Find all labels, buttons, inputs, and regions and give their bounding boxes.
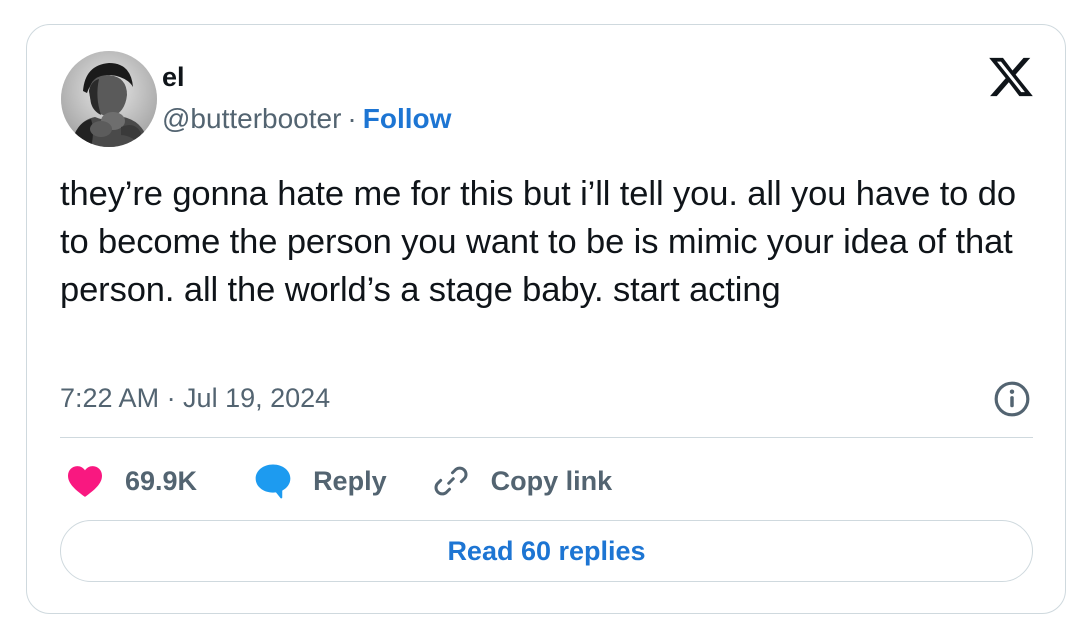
link-icon xyxy=(431,461,471,501)
author-handle[interactable]: @butterbooter xyxy=(162,103,341,134)
like-button[interactable]: 69.9K xyxy=(65,461,197,501)
read-replies-label: Read 60 replies xyxy=(447,535,646,566)
follow-button[interactable]: Follow xyxy=(363,103,452,134)
x-logo-svg xyxy=(989,57,1033,97)
heart-icon xyxy=(65,461,105,501)
separator-dot: · xyxy=(347,103,357,134)
tweet-text: they’re gonna hate me for this but i’ll … xyxy=(60,175,1016,309)
avatar[interactable] xyxy=(61,51,157,147)
tweet-timestamp[interactable]: 7:22 AM · Jul 19, 2024 xyxy=(60,381,330,415)
author-name[interactable]: el xyxy=(162,61,185,93)
reply-button[interactable]: Reply xyxy=(253,461,387,501)
x-logo-icon[interactable] xyxy=(989,57,1033,97)
like-count: 69.9K xyxy=(125,465,198,496)
copy-link-label: Copy link xyxy=(490,465,613,496)
info-icon[interactable] xyxy=(993,380,1031,418)
divider xyxy=(60,437,1033,438)
avatar-photo xyxy=(61,51,157,147)
tweet-embed-card: el @butterbooter · Follow they’re gonna ha… xyxy=(26,24,1066,614)
copy-link-button[interactable]: Copy link xyxy=(431,461,613,501)
read-replies-button[interactable]: Read 60 replies xyxy=(60,520,1033,582)
author-handle-row: @butterbooter · Follow xyxy=(162,102,451,136)
action-bar: 69.9K Reply Copy link xyxy=(65,457,612,505)
speech-bubble-icon xyxy=(253,461,293,501)
reply-label: Reply xyxy=(313,465,387,496)
info-icon-svg xyxy=(994,381,1030,417)
